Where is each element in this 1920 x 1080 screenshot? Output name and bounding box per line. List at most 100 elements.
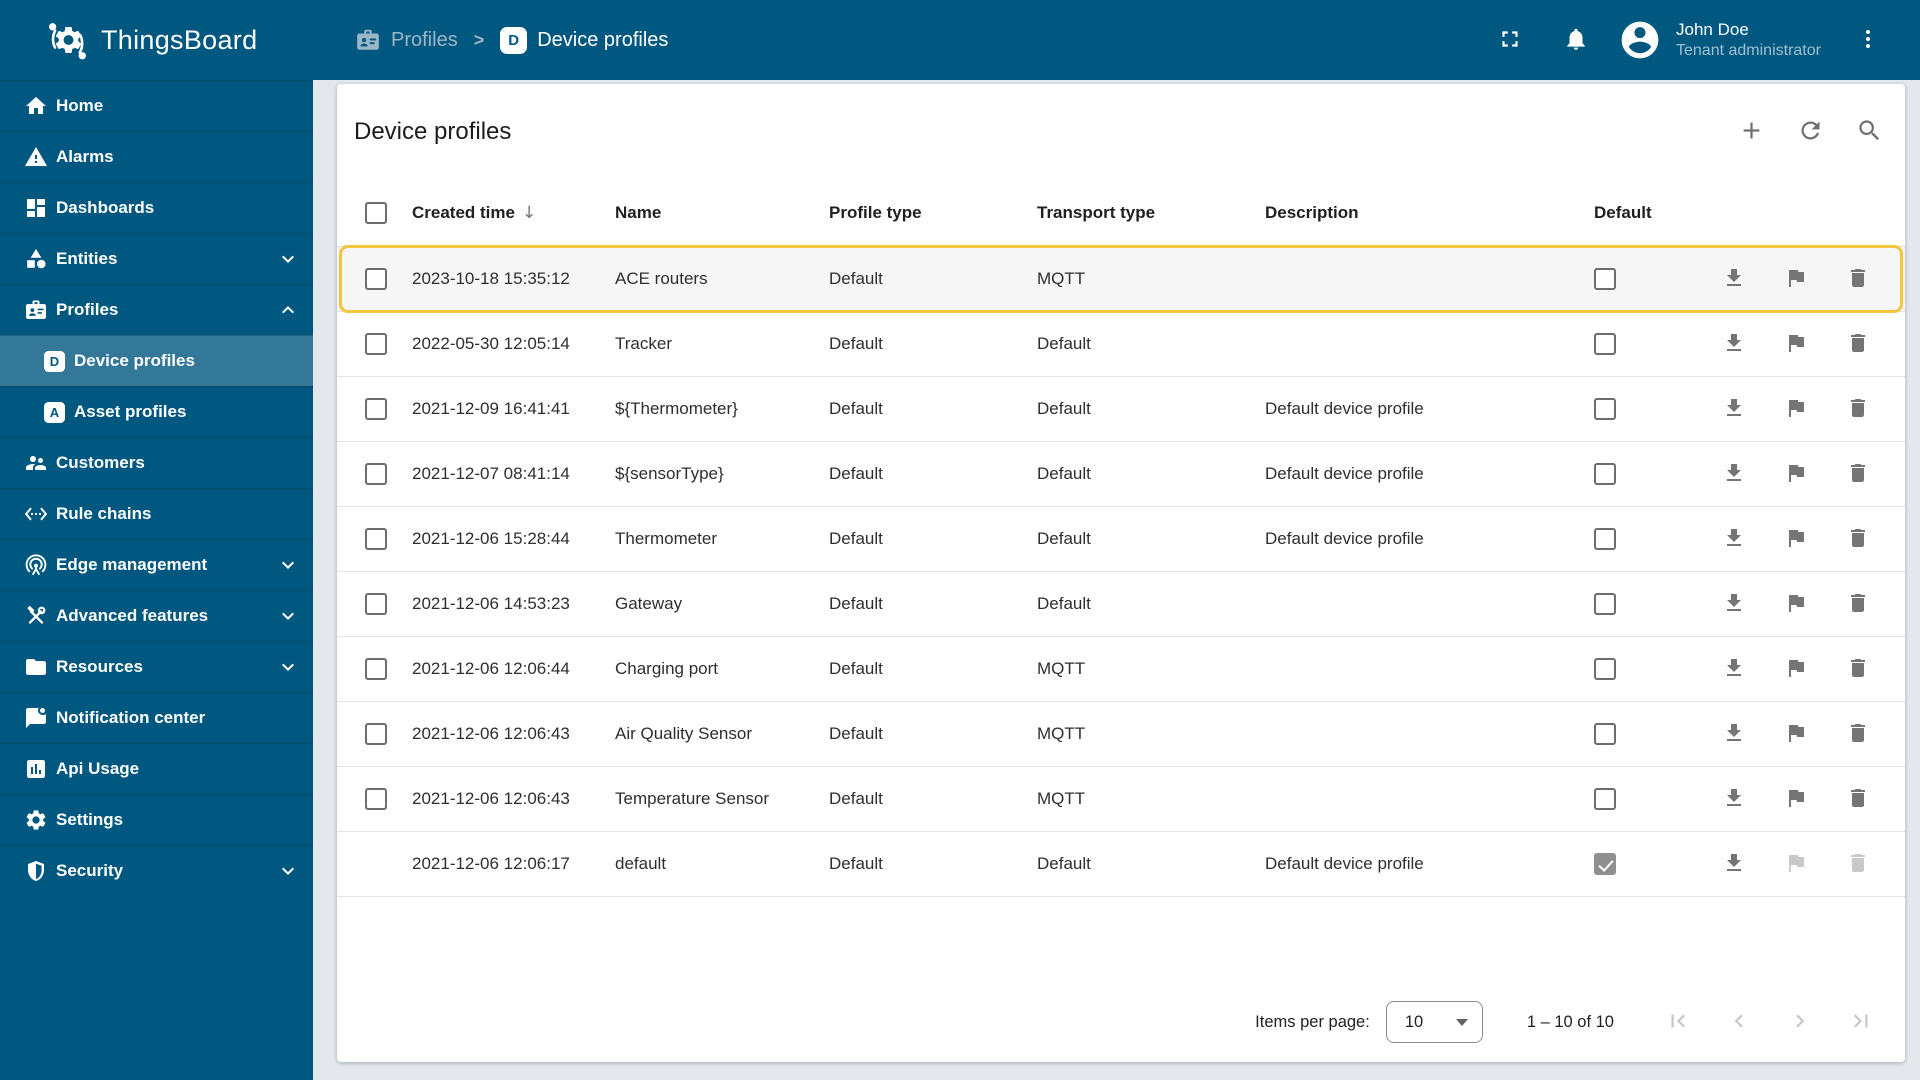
- default-checkbox[interactable]: [1594, 593, 1616, 615]
- make-default-button[interactable]: [1776, 324, 1816, 364]
- delete-profile-button[interactable]: [1838, 584, 1878, 624]
- sidebar-item-entities[interactable]: Entities: [0, 233, 313, 284]
- chevron-down-icon: [276, 553, 300, 577]
- sidebar-item-label: Notification center: [56, 708, 206, 727]
- delete-profile-button[interactable]: [1838, 779, 1878, 819]
- notifications-button[interactable]: [1556, 20, 1596, 60]
- table-row[interactable]: 2021-12-06 15:28:44 Thermometer Default Def…: [337, 507, 1905, 572]
- delete-profile-button[interactable]: [1838, 714, 1878, 754]
- sidebar-item-security[interactable]: Security: [0, 845, 313, 896]
- row-checkbox[interactable]: [365, 333, 387, 355]
- delete-icon: [1846, 591, 1870, 618]
- table-row[interactable]: 2021-12-06 12:06:44 Charging port Default M…: [337, 637, 1905, 702]
- delete-profile-button[interactable]: [1838, 519, 1878, 559]
- sidebar-item-notification-center[interactable]: Notification center: [0, 692, 313, 743]
- table-row[interactable]: 2021-12-06 12:06:17 default Default Default…: [337, 832, 1905, 897]
- default-checkbox[interactable]: [1594, 268, 1616, 290]
- make-default-button[interactable]: [1776, 714, 1816, 754]
- row-checkbox[interactable]: [365, 593, 387, 615]
- sidebar-item-asset-profiles[interactable]: A Asset profiles: [0, 386, 313, 437]
- table-row[interactable]: 2021-12-06 12:06:43 Temperature Sensor Def…: [337, 767, 1905, 832]
- default-checkbox[interactable]: [1594, 398, 1616, 420]
- row-checkbox[interactable]: [365, 528, 387, 550]
- export-profile-button[interactable]: [1714, 259, 1754, 299]
- sidebar-item-device-profiles[interactable]: D Device profiles: [0, 335, 313, 386]
- export-profile-button[interactable]: [1714, 584, 1754, 624]
- sidebar-item-dashboards[interactable]: Dashboards: [0, 182, 313, 233]
- row-checkbox[interactable]: [365, 463, 387, 485]
- export-profile-button[interactable]: [1714, 844, 1754, 884]
- search-button[interactable]: [1849, 112, 1889, 152]
- column-header-transport-type[interactable]: Transport type: [1037, 203, 1265, 223]
- row-checkbox[interactable]: [365, 723, 387, 745]
- export-profile-button[interactable]: [1714, 519, 1754, 559]
- export-profile-button[interactable]: [1714, 714, 1754, 754]
- make-default-button[interactable]: [1776, 454, 1816, 494]
- column-header-profile-type[interactable]: Profile type: [829, 203, 1037, 223]
- make-default-button[interactable]: [1776, 649, 1816, 689]
- row-checkbox[interactable]: [365, 658, 387, 680]
- column-header-created-time[interactable]: Created time ↓: [412, 203, 615, 223]
- fullscreen-button[interactable]: [1490, 20, 1530, 60]
- delete-profile-button[interactable]: [1838, 389, 1878, 429]
- default-checkbox[interactable]: [1594, 463, 1616, 485]
- sidebar-item-api-usage[interactable]: Api Usage: [0, 743, 313, 794]
- app-logo[interactable]: ThingsBoard: [0, 0, 313, 80]
- table-row[interactable]: 2021-12-09 16:41:41 ${Thermometer} Default…: [337, 377, 1905, 442]
- column-header-default[interactable]: Default: [1594, 203, 1714, 223]
- delete-profile-button[interactable]: [1838, 259, 1878, 299]
- cell-transport-type: Default: [1037, 529, 1091, 548]
- export-profile-button[interactable]: [1714, 454, 1754, 494]
- delete-profile-button[interactable]: [1838, 454, 1878, 494]
- sidebar-item-resources[interactable]: Resources: [0, 641, 313, 692]
- sidebar-item-edge-management[interactable]: Edge management: [0, 539, 313, 590]
- cell-name: Thermometer: [615, 529, 718, 548]
- make-default-button[interactable]: [1776, 389, 1816, 429]
- breadcrumb-item-profiles[interactable]: Profiles: [355, 27, 458, 53]
- make-default-button[interactable]: [1776, 259, 1816, 299]
- sidebar-item-advanced-features[interactable]: Advanced features: [0, 590, 313, 641]
- cell-default: [1594, 528, 1714, 550]
- sidebar-item-rule-chains[interactable]: Rule chains: [0, 488, 313, 539]
- make-default-button[interactable]: [1776, 519, 1816, 559]
- export-profile-button[interactable]: [1714, 324, 1754, 364]
- delete-profile-button[interactable]: [1838, 649, 1878, 689]
- export-profile-button[interactable]: [1714, 389, 1754, 429]
- table-row[interactable]: 2021-12-06 12:06:43 Air Quality Sensor Def…: [337, 702, 1905, 767]
- row-checkbox[interactable]: [365, 268, 387, 290]
- column-header-name[interactable]: Name: [615, 203, 829, 223]
- column-header-description[interactable]: Description: [1265, 203, 1594, 223]
- sidebar-item-alarms[interactable]: Alarms: [0, 131, 313, 182]
- default-checkbox[interactable]: [1594, 658, 1616, 680]
- default-checkbox[interactable]: [1594, 528, 1616, 550]
- default-checkbox[interactable]: [1594, 788, 1616, 810]
- avatar[interactable]: [1618, 18, 1662, 62]
- export-profile-button[interactable]: [1714, 779, 1754, 819]
- table-row[interactable]: 2021-12-06 14:53:23 Gateway Default Default: [337, 572, 1905, 637]
- row-checkbox[interactable]: [365, 398, 387, 420]
- user-menu[interactable]: John Doe Tenant administrator: [1676, 19, 1834, 62]
- select-all-checkbox[interactable]: [365, 202, 387, 224]
- sidebar-item-settings[interactable]: Settings: [0, 794, 313, 845]
- delete-profile-button: [1838, 844, 1878, 884]
- make-default-button[interactable]: [1776, 779, 1816, 819]
- export-profile-button[interactable]: [1714, 649, 1754, 689]
- row-checkbox[interactable]: [365, 788, 387, 810]
- sidebar-item-customers[interactable]: Customers: [0, 437, 313, 488]
- delete-profile-button[interactable]: [1838, 324, 1878, 364]
- make-default-button[interactable]: [1776, 584, 1816, 624]
- default-checkbox[interactable]: [1594, 723, 1616, 745]
- table-row[interactable]: 2021-12-07 08:41:14 ${sensorType} Default D…: [337, 442, 1905, 507]
- refresh-button[interactable]: [1790, 112, 1830, 152]
- table-row[interactable]: 2023-10-18 15:35:12 ACE routers Default MQT…: [337, 245, 1905, 313]
- sidebar-item-profiles[interactable]: Profiles: [0, 284, 313, 335]
- download-icon: [1722, 786, 1746, 813]
- default-checkbox[interactable]: [1594, 333, 1616, 355]
- table-row[interactable]: 2022-05-30 12:05:14 Tracker Default Default: [337, 312, 1905, 377]
- sidebar-item-home[interactable]: Home: [0, 80, 313, 131]
- page-size-select[interactable]: 10: [1385, 1001, 1483, 1043]
- kebab-menu-icon: [1856, 27, 1880, 54]
- more-menu-button[interactable]: [1848, 20, 1888, 60]
- add-button[interactable]: [1731, 112, 1771, 152]
- entities-icon: [24, 247, 48, 271]
